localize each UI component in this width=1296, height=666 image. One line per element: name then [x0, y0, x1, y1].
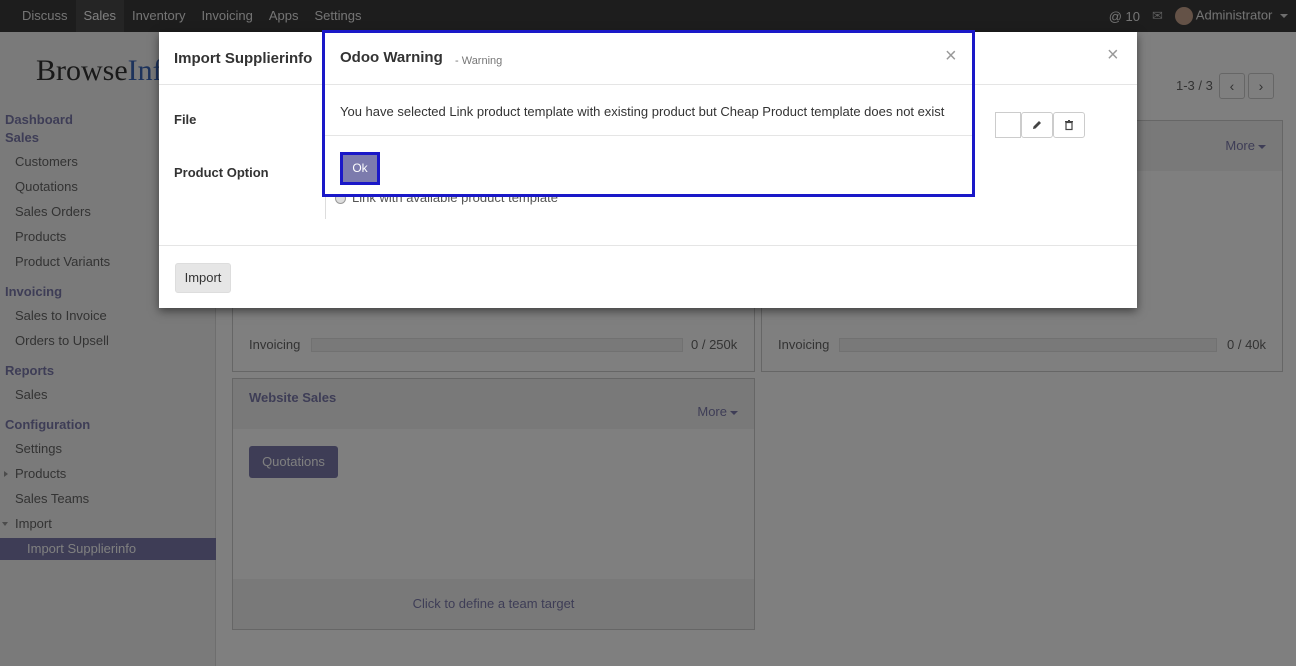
warning-message: You have selected Link product template … [340, 104, 945, 119]
warning-footer: Ok [325, 135, 972, 197]
trash-icon [1065, 120, 1073, 131]
pencil-icon [1033, 121, 1041, 129]
clear-file-button[interactable] [1053, 112, 1085, 138]
import-button[interactable]: Import [175, 263, 231, 293]
close-icon[interactable]: × [945, 46, 957, 66]
warning-header: Odoo Warning - Warning × [325, 33, 972, 85]
file-name-field[interactable] [995, 112, 1021, 138]
warning-subtitle: - Warning [455, 55, 503, 67]
close-icon[interactable]: × [1107, 45, 1119, 65]
odoo-warning-dialog: Odoo Warning - Warning × You have select… [322, 30, 975, 197]
warning-title: Odoo Warning [340, 49, 443, 66]
dialog-title: Import Supplierinfo [174, 50, 313, 67]
edit-file-button[interactable] [1021, 112, 1053, 138]
file-label: File [174, 112, 197, 127]
ok-button[interactable]: Ok [340, 152, 380, 185]
product-option-label: Product Option [174, 165, 269, 180]
dialog-footer: Import [159, 245, 1137, 308]
